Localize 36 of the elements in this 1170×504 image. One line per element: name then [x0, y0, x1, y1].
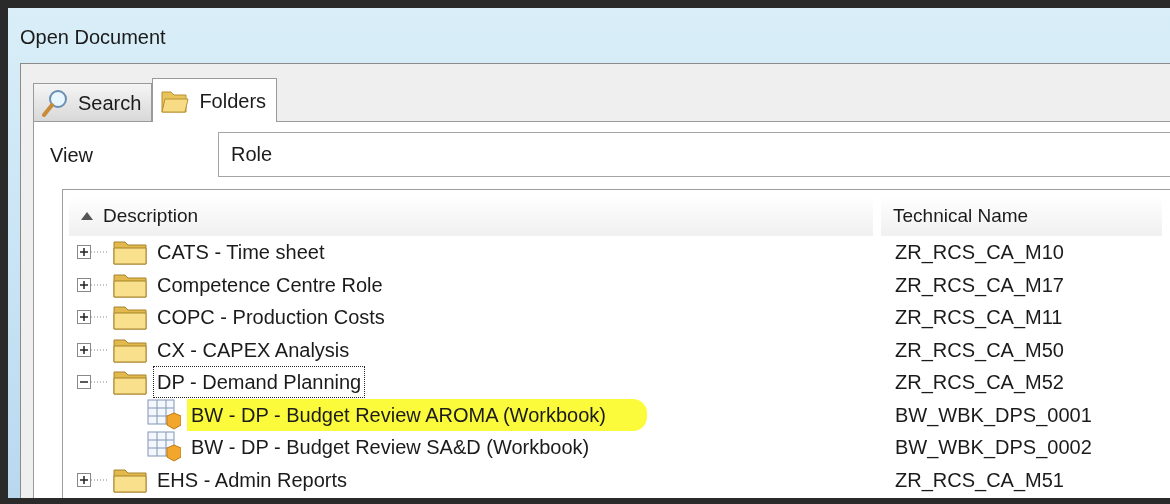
expander-icon[interactable]	[77, 342, 107, 357]
expander-icon[interactable]	[77, 245, 107, 260]
tree-item-label[interactable]: BW - DP - Budget Review AROMA (Workbook)	[187, 398, 647, 431]
tree-item-label[interactable]: CX - CAPEX Analysis	[153, 333, 354, 366]
tree-item-label[interactable]: Competence Centre Role	[153, 268, 387, 301]
technical-name-cell-text: ZR_RCS_CA_M51	[894, 467, 1065, 494]
technical-name-cell-text: ZR_RCS_CA_M11	[894, 305, 1064, 331]
technical-name-cell-text: ZR_RCS_CA_M17	[894, 272, 1065, 299]
folder-icon	[113, 239, 147, 266]
tab[interactable]: Search	[33, 83, 153, 121]
expander-icon[interactable]	[77, 375, 107, 390]
technical-name-cell-text: ZR_RCS_CA_M52	[894, 370, 1065, 396]
expander-icon[interactable]	[77, 277, 107, 292]
technical-name-cell-text: ZR_RCS_CA_M50	[894, 337, 1065, 364]
folder-icon	[113, 304, 147, 331]
expander-icon[interactable]	[77, 472, 107, 487]
folder-icon	[113, 466, 147, 493]
workbook-icon	[147, 431, 181, 464]
tree-item-label[interactable]: COPC - Production Costs	[153, 301, 389, 334]
technical-name-cell-text: ZR_RCS_CA_M10	[894, 240, 1065, 266]
window-title: Open Document	[19, 25, 167, 50]
view-field[interactable]: Role	[218, 132, 1170, 177]
tree-item-label[interactable]: EHS - Admin Reports	[153, 463, 352, 496]
folder-icon	[113, 271, 147, 298]
view-label: View	[50, 142, 94, 168]
folder-icon	[113, 336, 147, 363]
search-icon	[42, 88, 68, 117]
workbook-icon	[147, 398, 181, 431]
tree-item-label[interactable]: BW - DP - Budget Review SA&D (Workbook)	[187, 431, 594, 464]
folder-icon	[113, 369, 147, 396]
technical-name-cell-text: BW_WBK_DPS_0001	[894, 402, 1093, 429]
tree-item-label[interactable]: DP - Demand Planning	[153, 366, 366, 399]
technical-name-cell-text: BW_WBK_DPS_0002	[894, 435, 1093, 461]
expander-icon[interactable]	[77, 310, 107, 325]
tree-item-label[interactable]: CATS - Time sheet	[153, 236, 329, 269]
tab[interactable]: Folders	[152, 78, 278, 122]
